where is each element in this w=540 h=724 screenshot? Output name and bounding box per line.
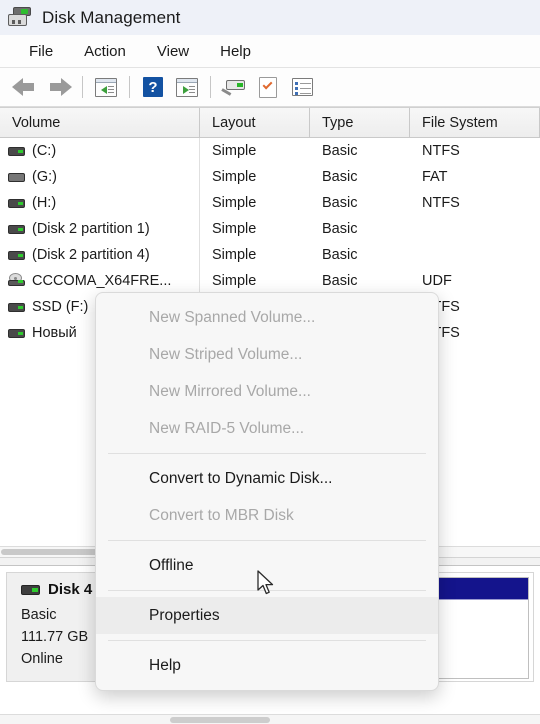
toolbar-separator <box>129 76 130 98</box>
volume-icon <box>8 301 25 313</box>
disk-management-window: Disk Management File Action View Help ? … <box>0 0 540 724</box>
cell-layout: Simple <box>212 221 257 237</box>
show-hide-console-tree-button[interactable] <box>91 72 121 102</box>
cell-file-system: FAT <box>422 169 448 185</box>
cell-layout: Simple <box>212 169 257 185</box>
column-header-layout-label: Layout <box>212 114 256 131</box>
menu-item-new-striped-volume[interactable]: New Striped Volume... <box>96 336 438 373</box>
forward-arrow-icon <box>46 77 72 97</box>
list-view-button[interactable] <box>287 72 317 102</box>
toolbar-separator <box>210 76 211 98</box>
cell-type: Basic <box>322 195 358 211</box>
volume-icon <box>8 145 25 157</box>
cell-volume: (H:) <box>32 195 57 211</box>
help-button[interactable]: ? <box>138 72 168 102</box>
properties-button[interactable] <box>253 72 283 102</box>
show-hide-action-pane-button[interactable] <box>172 72 202 102</box>
volume-icon <box>8 197 25 209</box>
cell-file-system: UDF <box>422 273 452 289</box>
menu-item-new-raid5-volume[interactable]: New RAID-5 Volume... <box>96 410 438 447</box>
column-header-file-system-label: File System <box>422 114 498 131</box>
cell-type: Basic <box>322 273 358 289</box>
disk-name: Disk 4 <box>48 581 93 598</box>
menu-separator <box>108 540 426 541</box>
cell-type: Basic <box>322 169 358 185</box>
table-row[interactable]: (H:) Simple Basic NTFS <box>0 190 540 216</box>
menu-item-help[interactable]: Help <box>96 647 438 684</box>
menu-separator <box>108 453 426 454</box>
cell-volume: (Disk 2 partition 4) <box>32 247 150 263</box>
column-header-volume[interactable]: Volume <box>0 108 200 137</box>
cell-file-system: NTFS <box>422 143 460 159</box>
menu-item-properties[interactable]: Properties <box>96 597 438 634</box>
properties-doc-icon <box>259 76 277 98</box>
help-icon: ? <box>143 77 163 97</box>
menu-help[interactable]: Help <box>207 40 264 63</box>
cell-layout: Simple <box>212 195 257 211</box>
toolbar-separator <box>82 76 83 98</box>
rescan-disks-button[interactable] <box>219 72 249 102</box>
cell-file-system: NTFS <box>422 195 460 211</box>
cell-type: Basic <box>322 247 358 263</box>
back-arrow-icon <box>12 77 38 97</box>
cell-layout: Simple <box>212 143 257 159</box>
disk-management-icon <box>8 6 32 29</box>
table-row[interactable]: (Disk 2 partition 4) Simple Basic <box>0 242 540 268</box>
disk-icon <box>21 584 40 596</box>
cell-layout: Simple <box>212 273 257 289</box>
rescan-disks-icon <box>221 78 246 96</box>
disk-pane-horizontal-scrollbar[interactable] <box>0 714 540 724</box>
context-menu: New Spanned Volume... New Striped Volume… <box>95 292 439 691</box>
menu-item-convert-to-dynamic-disk[interactable]: Convert to Dynamic Disk... <box>96 460 438 497</box>
menu-view[interactable]: View <box>144 40 202 63</box>
cell-volume: SSD (F:) <box>32 299 89 315</box>
table-row[interactable]: CCCOMA_X64FRE... Simple Basic UDF <box>0 268 540 294</box>
column-header-type[interactable]: Type <box>310 108 410 137</box>
menu-file[interactable]: File <box>16 40 66 63</box>
column-header-volume-label: Volume <box>12 114 61 131</box>
forward-button[interactable] <box>44 72 74 102</box>
cell-volume: Новый <box>32 325 77 341</box>
menu-item-new-spanned-volume[interactable]: New Spanned Volume... <box>96 299 438 336</box>
window-title: Disk Management <box>42 7 181 27</box>
menu-item-offline[interactable]: Offline <box>96 547 438 584</box>
cell-volume: (C:) <box>32 143 57 159</box>
column-header-file-system[interactable]: File System <box>410 108 540 137</box>
cell-volume: (Disk 2 partition 1) <box>32 221 150 237</box>
volume-icon <box>8 223 25 235</box>
show-hide-action-pane-icon <box>176 77 198 97</box>
table-row[interactable]: (Disk 2 partition 1) Simple Basic <box>0 216 540 242</box>
table-row[interactable]: (G:) Simple Basic FAT <box>0 164 540 190</box>
table-row[interactable]: (C:) Simple Basic NTFS <box>0 138 540 164</box>
volume-icon <box>8 249 25 261</box>
cell-layout: Simple <box>212 247 257 263</box>
cell-volume: CCCOMA_X64FRE... <box>32 273 172 289</box>
title-bar: Disk Management <box>0 0 540 35</box>
toolbar: ? <box>0 68 540 107</box>
menu-separator <box>108 590 426 591</box>
volume-icon-offline <box>8 171 25 183</box>
menu-action[interactable]: Action <box>71 40 139 63</box>
volume-icon <box>8 327 25 339</box>
volume-list-header: Volume Layout Type File System <box>0 108 540 138</box>
column-header-layout[interactable]: Layout <box>200 108 310 137</box>
cell-type: Basic <box>322 221 358 237</box>
cell-type: Basic <box>322 143 358 159</box>
cell-volume: (G:) <box>32 169 57 185</box>
menu-bar: File Action View Help <box>0 35 540 68</box>
column-header-type-label: Type <box>322 114 354 131</box>
menu-item-convert-to-mbr-disk[interactable]: Convert to MBR Disk <box>96 497 438 534</box>
menu-separator <box>108 640 426 641</box>
scrollbar-thumb[interactable] <box>170 717 270 723</box>
show-hide-console-tree-icon <box>95 77 117 97</box>
cdrom-icon <box>8 273 25 287</box>
back-button[interactable] <box>10 72 40 102</box>
list-view-icon <box>291 78 313 96</box>
menu-item-new-mirrored-volume[interactable]: New Mirrored Volume... <box>96 373 438 410</box>
